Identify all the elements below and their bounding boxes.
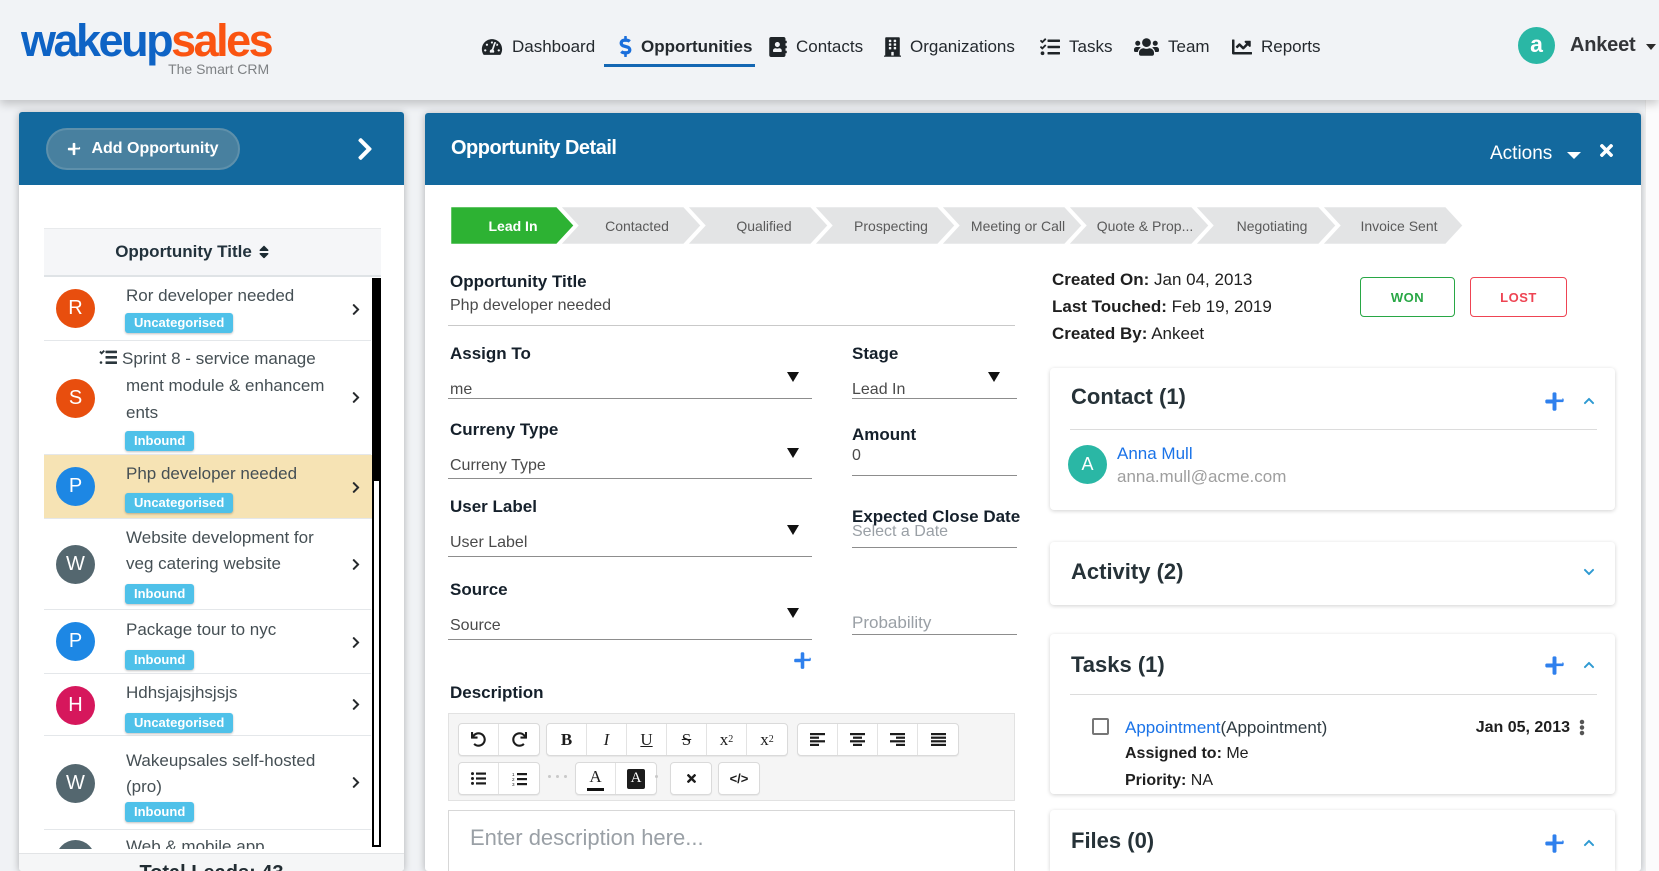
svg-text:Meeting or Call: Meeting or Call xyxy=(971,218,1065,234)
svg-text:Quote & Prop...: Quote & Prop... xyxy=(1097,218,1194,234)
svg-text:Invoice Sent: Invoice Sent xyxy=(1360,218,1437,234)
svg-text:Qualified: Qualified xyxy=(736,218,791,234)
svg-text:Negotiating: Negotiating xyxy=(1237,218,1308,234)
svg-text:Prospecting: Prospecting xyxy=(854,218,928,234)
svg-text:Contacted: Contacted xyxy=(605,218,669,234)
svg-text:Lead In: Lead In xyxy=(488,218,537,234)
svg-text:3: 3 xyxy=(512,782,515,786)
